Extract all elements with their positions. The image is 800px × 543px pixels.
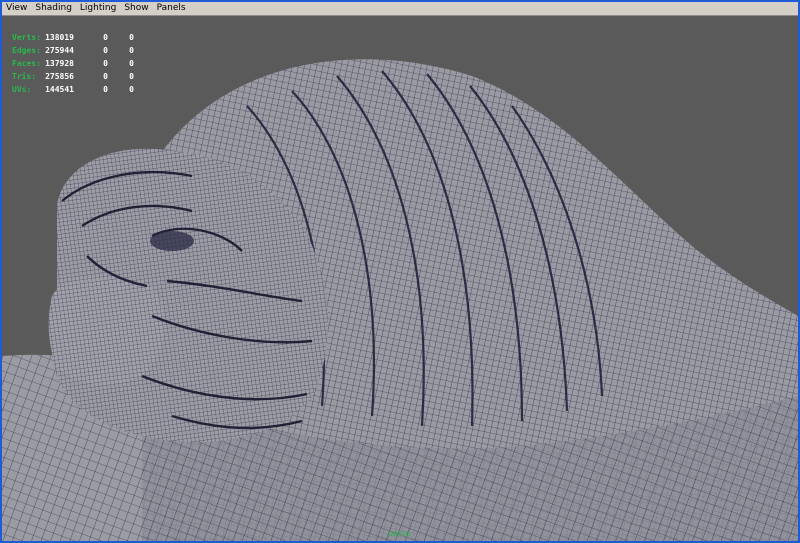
maya-viewport-window: View Shading Lighting Show Panels Verts:… — [0, 0, 800, 543]
hud-row-uvs: UVs: 144541 0 0 — [12, 85, 134, 94]
hud-row-faces: Faces: 137928 0 0 — [12, 59, 134, 68]
panel-menu-bar: View Shading Lighting Show Panels — [2, 2, 798, 16]
3d-viewport[interactable]: Verts: 138019 0 0 Edges: 275944 0 0 Face… — [2, 16, 798, 541]
menu-shading[interactable]: Shading — [31, 2, 76, 15]
menu-lighting[interactable]: Lighting — [76, 2, 120, 15]
menu-show[interactable]: Show — [120, 2, 152, 15]
hud-row-tris: Tris: 275856 0 0 — [12, 72, 134, 81]
menu-panels[interactable]: Panels — [153, 2, 190, 15]
poly-count-hud: Verts: 138019 0 0 Edges: 275944 0 0 Face… — [12, 31, 134, 96]
menu-view[interactable]: View — [2, 2, 31, 15]
camera-label: persp — [388, 529, 411, 538]
hud-row-verts: Verts: 138019 0 0 — [12, 33, 134, 42]
hud-row-edges: Edges: 275944 0 0 — [12, 46, 134, 55]
